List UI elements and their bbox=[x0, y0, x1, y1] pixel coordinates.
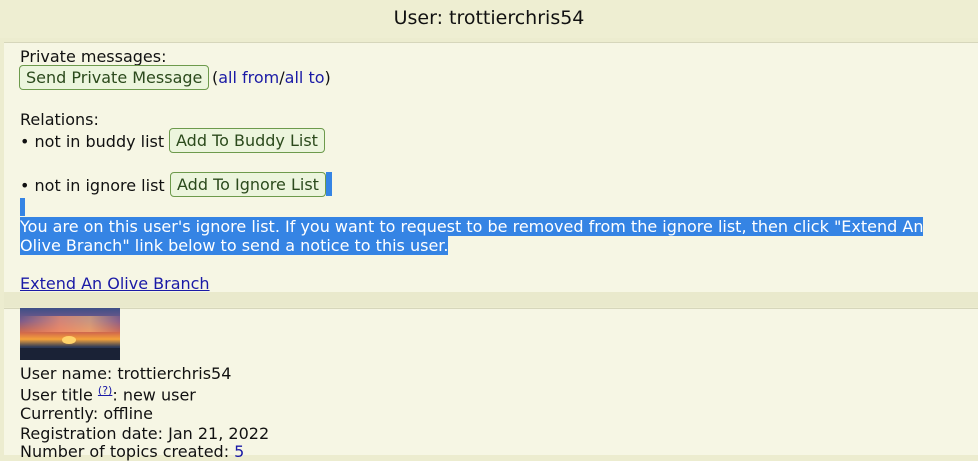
user-avatar bbox=[20, 308, 120, 360]
buddy-status: • not in buddy list bbox=[20, 132, 165, 151]
extend-olive-branch-link[interactable]: Extend An Olive Branch bbox=[20, 274, 210, 293]
ignore-notice-line-2: Olive Branch" link below to send a notic… bbox=[20, 236, 449, 255]
online-status: Currently: offline bbox=[20, 404, 154, 423]
add-to-buddy-list-button[interactable]: Add To Buddy List bbox=[169, 128, 325, 153]
user-name: User name: trottierchris54 bbox=[20, 364, 232, 383]
close-paren: ) bbox=[324, 68, 331, 87]
user-title: User title (?): new user bbox=[20, 384, 196, 404]
send-private-message-button[interactable]: Send Private Message bbox=[19, 65, 210, 90]
avatar-sun bbox=[62, 336, 76, 344]
section-divider bbox=[4, 292, 978, 307]
ignore-notice: You are on this user's ignore list. If y… bbox=[20, 217, 924, 255]
topics-count-link[interactable]: 5 bbox=[234, 442, 244, 461]
ignore-status: • not in ignore list bbox=[20, 176, 165, 195]
topics-label: Number of topics created: bbox=[20, 442, 235, 461]
private-messages-heading: Private messages: bbox=[20, 47, 167, 66]
registration-date: Registration date: Jan 21, 2022 bbox=[20, 424, 270, 443]
user-title-label: User title bbox=[20, 385, 98, 405]
all-to-link[interactable]: all to bbox=[285, 68, 325, 87]
selection-tail bbox=[326, 172, 332, 196]
selection-blank-line bbox=[20, 198, 25, 216]
user-title-help-link[interactable]: (?) bbox=[98, 384, 112, 397]
user-title-value: : new user bbox=[112, 385, 196, 405]
avatar-shore bbox=[20, 348, 120, 360]
avatar-clouds bbox=[20, 316, 120, 332]
topics-created: Number of topics created: 5 bbox=[20, 442, 244, 461]
relations-heading: Relations: bbox=[20, 110, 99, 129]
ignore-notice-line-1: You are on this user's ignore list. If y… bbox=[20, 217, 924, 236]
all-from-link[interactable]: all from bbox=[218, 68, 279, 87]
page-title: User: trottierchris54 bbox=[0, 0, 978, 38]
message-history-links: (all from/all to) bbox=[212, 68, 331, 87]
add-to-ignore-list-button[interactable]: Add To Ignore List bbox=[170, 172, 326, 197]
